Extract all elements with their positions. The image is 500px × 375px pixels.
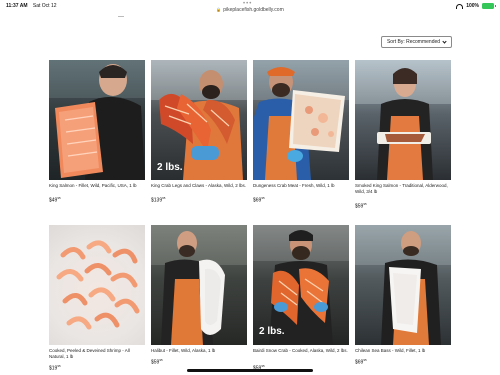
product-name[interactable]: Dungeness Crab Meat - Fresh, Wild, 1 lb <box>253 183 349 189</box>
weight-badge: 2 lbs. <box>157 162 183 173</box>
product-photo-illustration <box>355 225 451 345</box>
product-name[interactable]: Chilean Sea Bass - Wild, Fillet, 1 lb <box>355 348 451 354</box>
product-image-chilean-sea-bass[interactable] <box>355 225 451 345</box>
product-photo-illustration <box>253 60 349 180</box>
wifi-icon <box>456 3 464 9</box>
product-price: $5995 <box>151 358 163 366</box>
product-price-cents: 95 <box>57 364 61 368</box>
product-price-cents: 95 <box>159 358 163 362</box>
lock-icon: 🔒 <box>216 7 222 12</box>
product-image-smoked-king-salmon[interactable] <box>355 60 451 180</box>
product-image-shrimp[interactable] <box>49 225 145 345</box>
product-image-king-salmon[interactable] <box>49 60 145 180</box>
product-name[interactable]: Bairdi Snow Crab - Cooked, Alaska, Wild,… <box>253 348 349 354</box>
product-price: $13995 <box>151 196 165 204</box>
product-price: $1995 <box>49 364 61 372</box>
product-photo-illustration <box>49 60 145 180</box>
product-price-cents: 95 <box>162 196 166 200</box>
status-bar: 11:37 AM Sat Oct 12 ••• 🔒 pikeplacefish.g… <box>0 0 500 13</box>
weight-badge: 2 lbs. <box>259 326 285 337</box>
product-price: $4995 <box>49 196 61 204</box>
product-name[interactable]: Smoked King Salmon - Traditional, Alderw… <box>355 183 451 195</box>
battery-icon <box>482 3 496 9</box>
product-image-dungeness-crab-meat[interactable] <box>253 60 349 180</box>
sort-dropdown[interactable]: Sort By: Recommended <box>381 36 452 48</box>
status-indicators: 100% <box>456 3 496 9</box>
product-price: $5995 <box>355 202 367 210</box>
product-photo-illustration <box>56 240 140 330</box>
sort-label: Sort By: Recommended <box>386 39 441 45</box>
product-price-cents: 95 <box>363 358 367 362</box>
chevron-down-icon <box>118 14 124 17</box>
url-bar[interactable]: 🔒 pikeplacefish.goldbelly.com <box>0 7 500 13</box>
product-photo-illustration <box>151 225 247 345</box>
product-price-cents: 95 <box>261 364 265 368</box>
product-price-cents: 95 <box>363 202 367 206</box>
product-price: $6995 <box>253 196 265 204</box>
product-price-cents: 95 <box>57 196 61 200</box>
product-photo-illustration <box>355 60 451 180</box>
product-name[interactable]: King Crab Legs and Claws - Alaska, Wild,… <box>151 183 247 189</box>
chevron-down-icon <box>442 38 447 44</box>
url-text: pikeplacefish.goldbelly.com <box>223 7 284 13</box>
product-price-dollars: $139 <box>151 197 163 204</box>
home-indicator[interactable] <box>187 369 313 372</box>
product-name[interactable]: King Salmon - Fillet, Wild, Pacific, USA… <box>49 183 145 189</box>
product-price: $6995 <box>355 358 367 366</box>
product-name[interactable]: Cooked, Peeled & Deveined Shrimp - All N… <box>49 348 145 360</box>
product-price-cents: 95 <box>261 196 265 200</box>
product-image-halibut[interactable] <box>151 225 247 345</box>
product-name[interactable]: Halibut - Fillet, Wild, Alaska, 1 lb <box>151 348 247 354</box>
battery-label: 100% <box>466 3 479 9</box>
